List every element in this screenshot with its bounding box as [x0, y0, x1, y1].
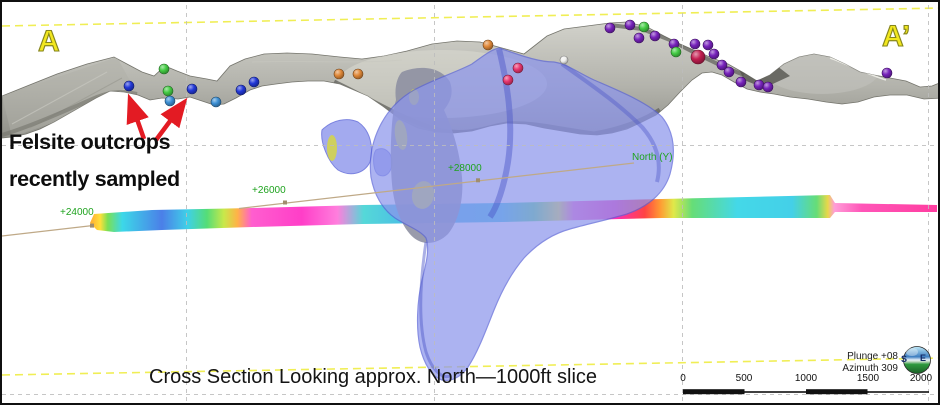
sample-point	[691, 50, 705, 64]
cross-section-figure: A A’ Felsite outcrops recently sampled +…	[0, 0, 940, 405]
sample-point	[187, 84, 197, 94]
sample-point	[513, 63, 523, 73]
view-orientation-info: Plunge +08 Azimuth 309	[798, 351, 898, 375]
sample-point	[703, 40, 713, 50]
axis-tick-28000	[476, 178, 480, 182]
sample-point	[690, 39, 700, 49]
cross-section-scene	[2, 2, 940, 405]
interior-yellow-patch	[327, 135, 337, 161]
scale-label-1500: 1500	[857, 373, 879, 384]
sample-point	[634, 33, 644, 43]
axis-tick-24000	[90, 224, 94, 228]
axis-tick-label-26000: +26000	[252, 185, 286, 196]
plunge-value: Plunge +08	[798, 351, 898, 363]
sample-point	[625, 20, 635, 30]
axis-tick-26000	[283, 201, 287, 205]
figure-caption: Cross Section Looking approx. North—1000…	[149, 366, 597, 389]
sample-point	[334, 69, 344, 79]
sample-point	[503, 75, 513, 85]
sample-point	[236, 85, 246, 95]
orientation-globe-icon	[904, 347, 931, 374]
sample-point	[353, 69, 363, 79]
sample-point	[882, 68, 892, 78]
axis-tick-label-24000: +24000	[60, 207, 94, 218]
sample-point	[211, 97, 221, 107]
felsite-annotation: Felsite outcrops recently sampled	[9, 124, 180, 198]
sample-point	[159, 64, 169, 74]
sample-point	[483, 40, 493, 50]
north-axis-line-left	[2, 226, 92, 236]
sample-point	[124, 81, 134, 91]
globe-letter-east: E	[920, 353, 926, 363]
section-label-a-prime: A’	[882, 20, 910, 54]
sample-point	[724, 67, 734, 77]
sample-point	[163, 86, 173, 96]
felsite-main-body	[370, 48, 673, 380]
scale-label-2000: 2000	[910, 373, 932, 384]
felsite-annotation-line1: Felsite outcrops	[9, 124, 180, 161]
sample-point	[639, 22, 649, 32]
scale-label-500: 500	[736, 373, 753, 384]
scale-bar	[683, 389, 929, 394]
scale-label-0: 0	[680, 373, 686, 384]
sample-point	[605, 23, 615, 33]
section-label-a: A	[38, 25, 60, 59]
north-axis-label: North (Y)	[632, 152, 673, 163]
sample-point	[560, 56, 568, 64]
sample-point	[709, 49, 719, 59]
sample-point	[249, 77, 259, 87]
sample-point	[763, 82, 773, 92]
sample-point	[754, 80, 764, 90]
globe-letter-south: S	[901, 354, 907, 364]
sample-point	[165, 96, 175, 106]
felsite-annotation-line2: recently sampled	[9, 161, 180, 198]
sample-point	[736, 77, 746, 87]
sample-point	[650, 31, 660, 41]
axis-tick-label-28000: +28000	[448, 163, 482, 174]
sample-point	[671, 47, 681, 57]
scale-label-1000: 1000	[795, 373, 817, 384]
